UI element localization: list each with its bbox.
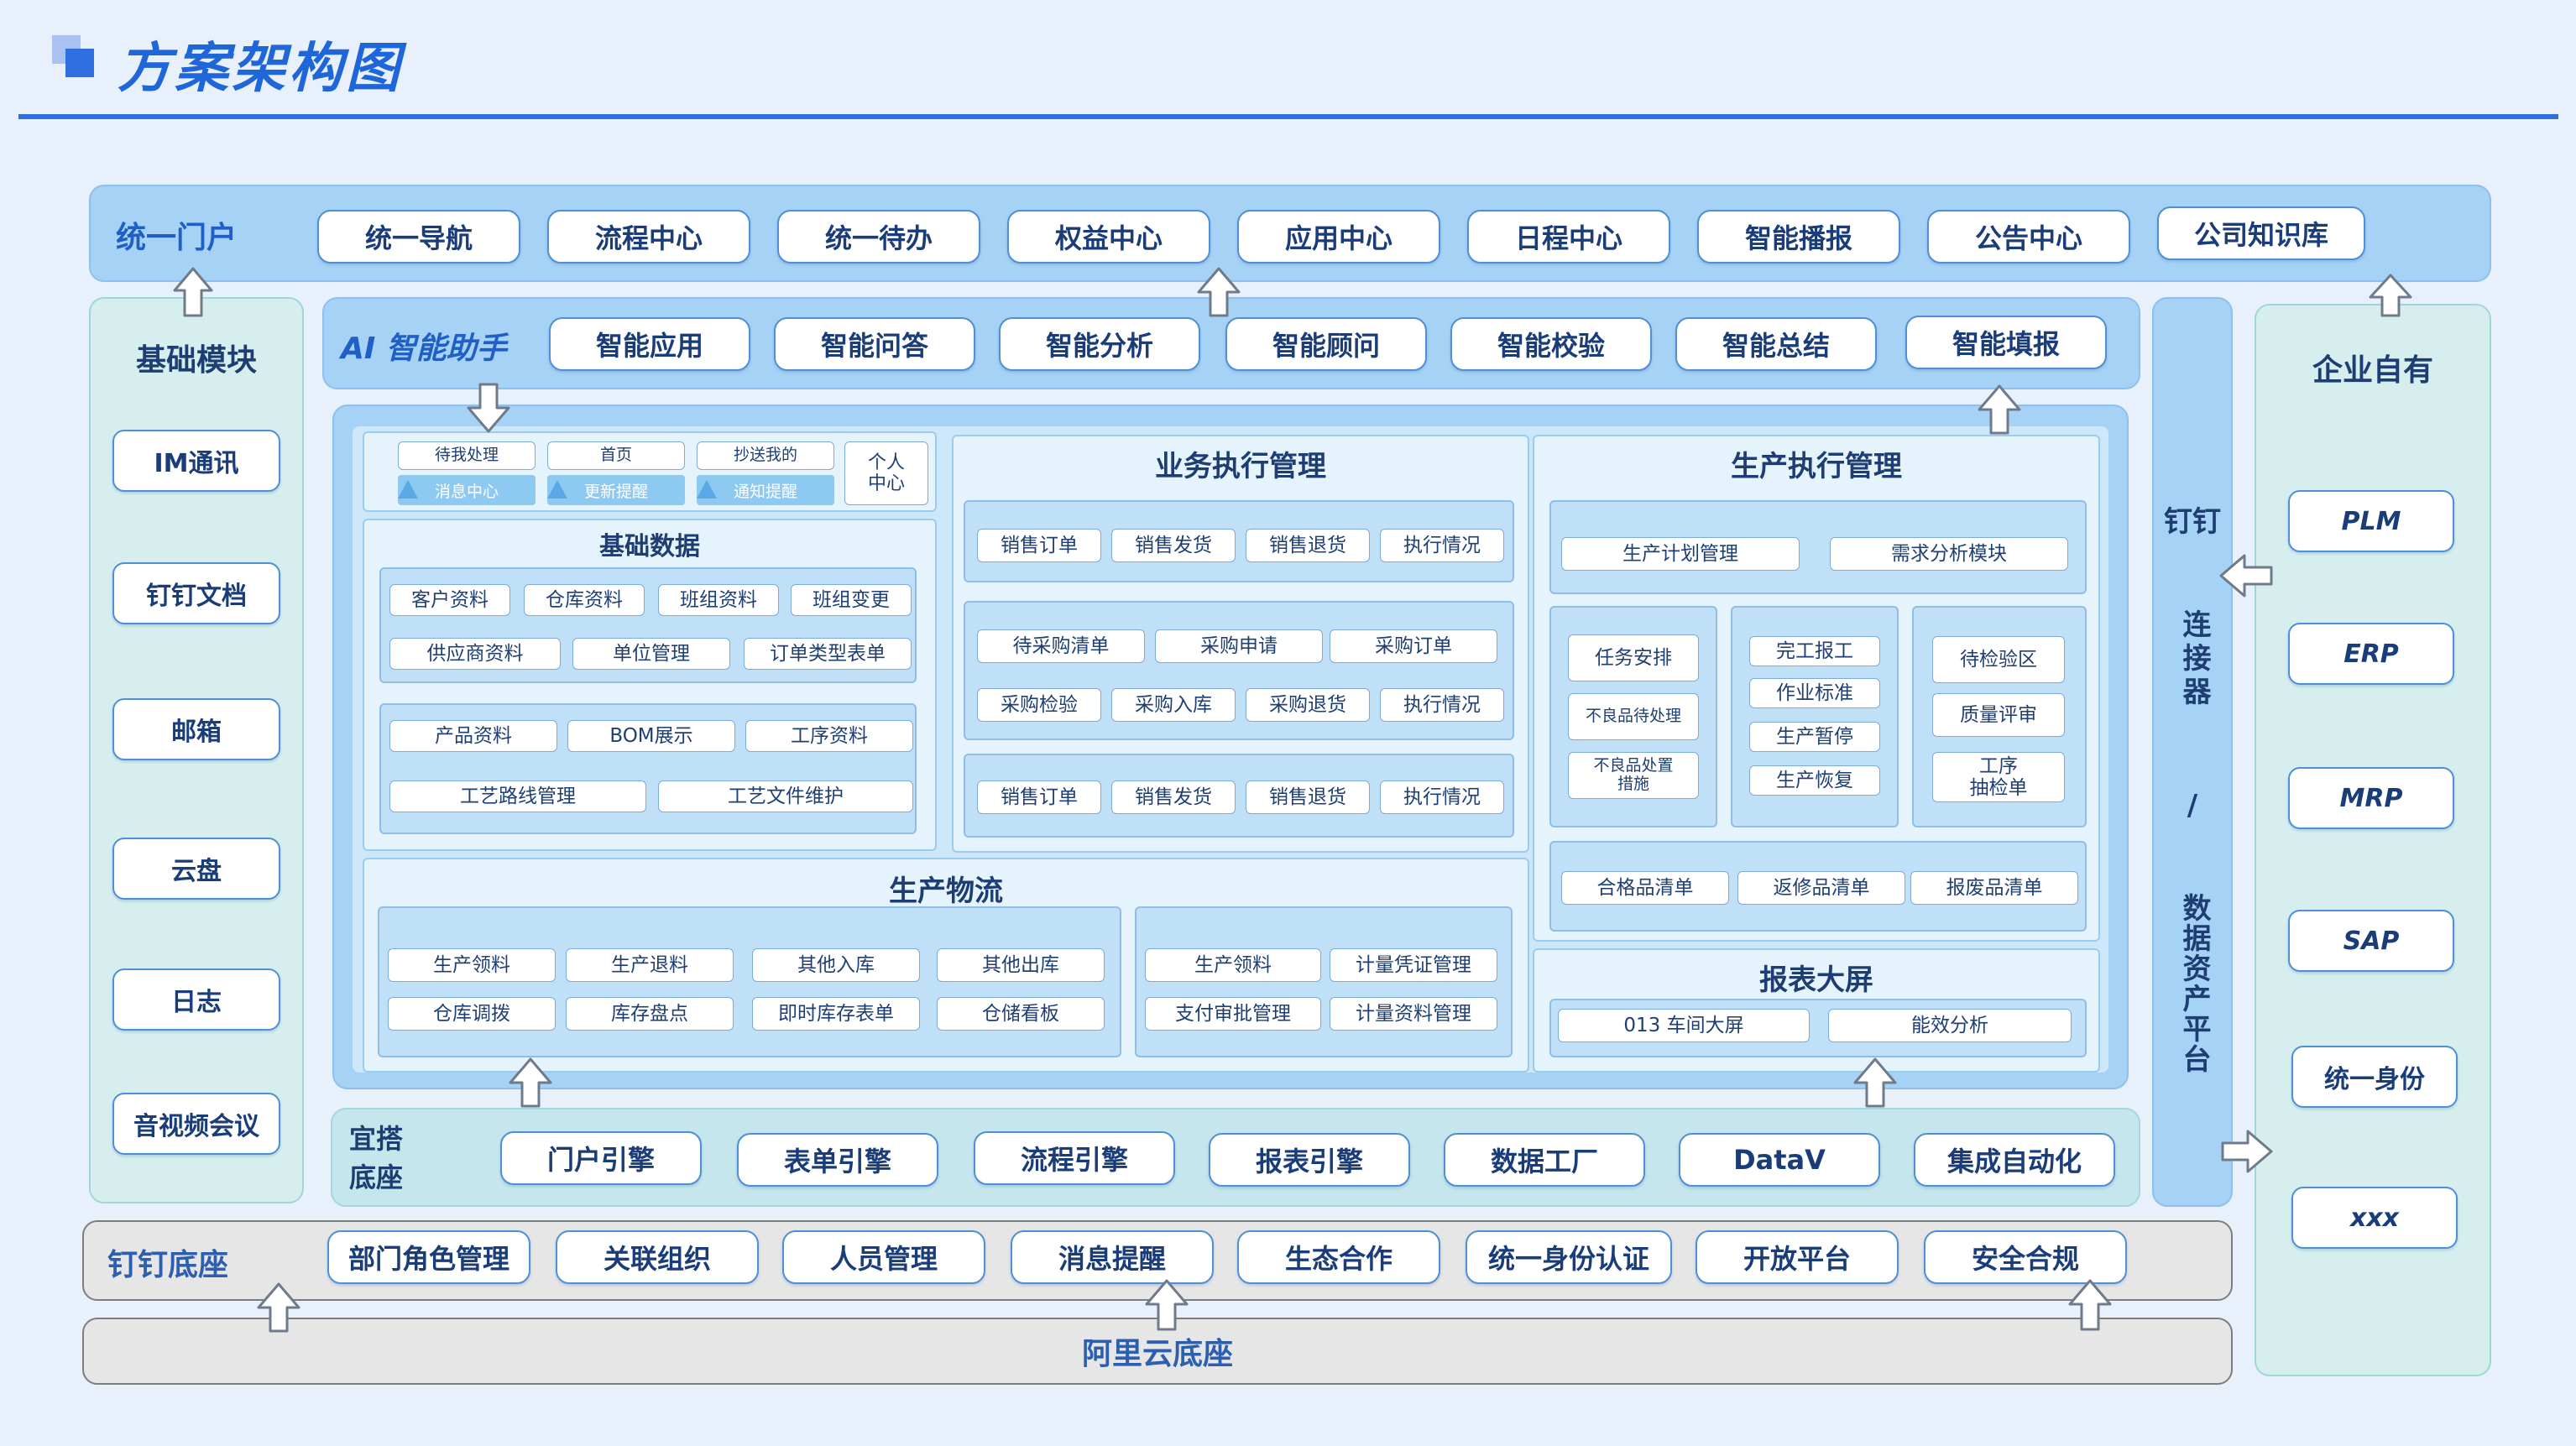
arrow-up-icon xyxy=(173,267,213,317)
arrow-up-icon xyxy=(2369,274,2412,317)
arrow-up-icon xyxy=(509,1057,552,1108)
arrow-down-icon xyxy=(467,383,510,433)
arrow-up-icon xyxy=(2068,1279,2112,1331)
arrow-up-icon xyxy=(1978,384,2021,435)
arrow-left-icon xyxy=(2219,554,2273,598)
arrow-up-icon xyxy=(1197,267,1241,317)
arrow-up-icon xyxy=(1145,1279,1189,1331)
connection-arrows xyxy=(173,267,2412,1333)
arrow-up-icon xyxy=(1853,1057,1897,1108)
arrow-right-icon xyxy=(2221,1130,2273,1173)
arrow-up-icon xyxy=(257,1282,300,1333)
